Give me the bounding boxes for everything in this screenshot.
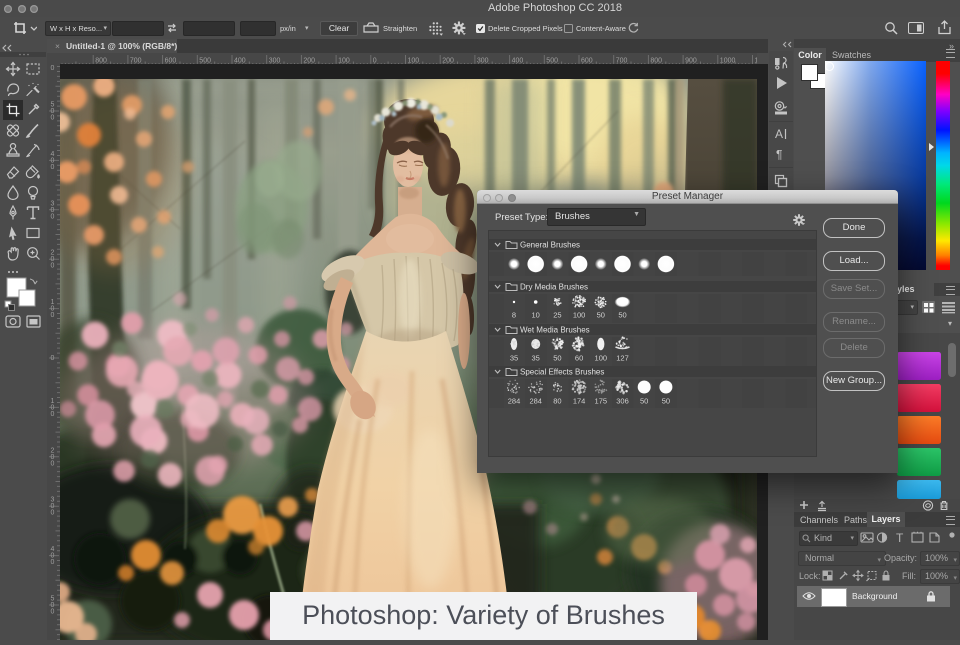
svg-text:60: 60 xyxy=(575,354,583,363)
svg-text:500: 500 xyxy=(51,102,55,122)
svg-text:400: 400 xyxy=(51,546,55,566)
svg-text:Wet Media Brushes: Wet Media Brushes xyxy=(520,326,590,335)
svg-text:200: 200 xyxy=(51,250,55,270)
svg-text:50: 50 xyxy=(662,397,670,406)
svg-text:100: 100 xyxy=(595,354,608,363)
svg-text:200: 200 xyxy=(51,447,55,467)
svg-text:100: 100 xyxy=(573,311,586,320)
svg-text:50: 50 xyxy=(640,397,648,406)
svg-text:35: 35 xyxy=(510,354,518,363)
svg-text:50: 50 xyxy=(553,354,561,363)
svg-text:A: A xyxy=(775,127,783,141)
svg-text:8: 8 xyxy=(512,311,516,320)
svg-text:174: 174 xyxy=(573,397,586,406)
svg-text:25: 25 xyxy=(553,311,561,320)
svg-text:¶: ¶ xyxy=(776,148,782,162)
svg-text:284: 284 xyxy=(508,397,521,406)
svg-text:100: 100 xyxy=(51,299,55,319)
svg-text:Dry Media Brushes: Dry Media Brushes xyxy=(520,283,588,292)
svg-text:127: 127 xyxy=(616,354,629,363)
svg-text:100: 100 xyxy=(51,398,55,418)
svg-text:400: 400 xyxy=(51,151,55,171)
svg-text:300: 300 xyxy=(51,497,55,517)
svg-text:306: 306 xyxy=(616,397,629,406)
svg-text:500: 500 xyxy=(51,596,55,616)
svg-text:50: 50 xyxy=(597,311,605,320)
svg-text:10: 10 xyxy=(532,311,540,320)
svg-text:300: 300 xyxy=(51,200,55,220)
svg-text:600: 600 xyxy=(51,64,55,72)
svg-text:0: 0 xyxy=(51,355,55,362)
svg-text:General Brushes: General Brushes xyxy=(520,241,580,250)
svg-text:175: 175 xyxy=(595,397,608,406)
svg-text:T: T xyxy=(896,531,904,545)
svg-text:80: 80 xyxy=(553,397,561,406)
svg-text:35: 35 xyxy=(532,354,540,363)
svg-text:284: 284 xyxy=(529,397,542,406)
svg-text:Special Effects Brushes: Special Effects Brushes xyxy=(520,368,604,377)
svg-text:50: 50 xyxy=(618,311,626,320)
